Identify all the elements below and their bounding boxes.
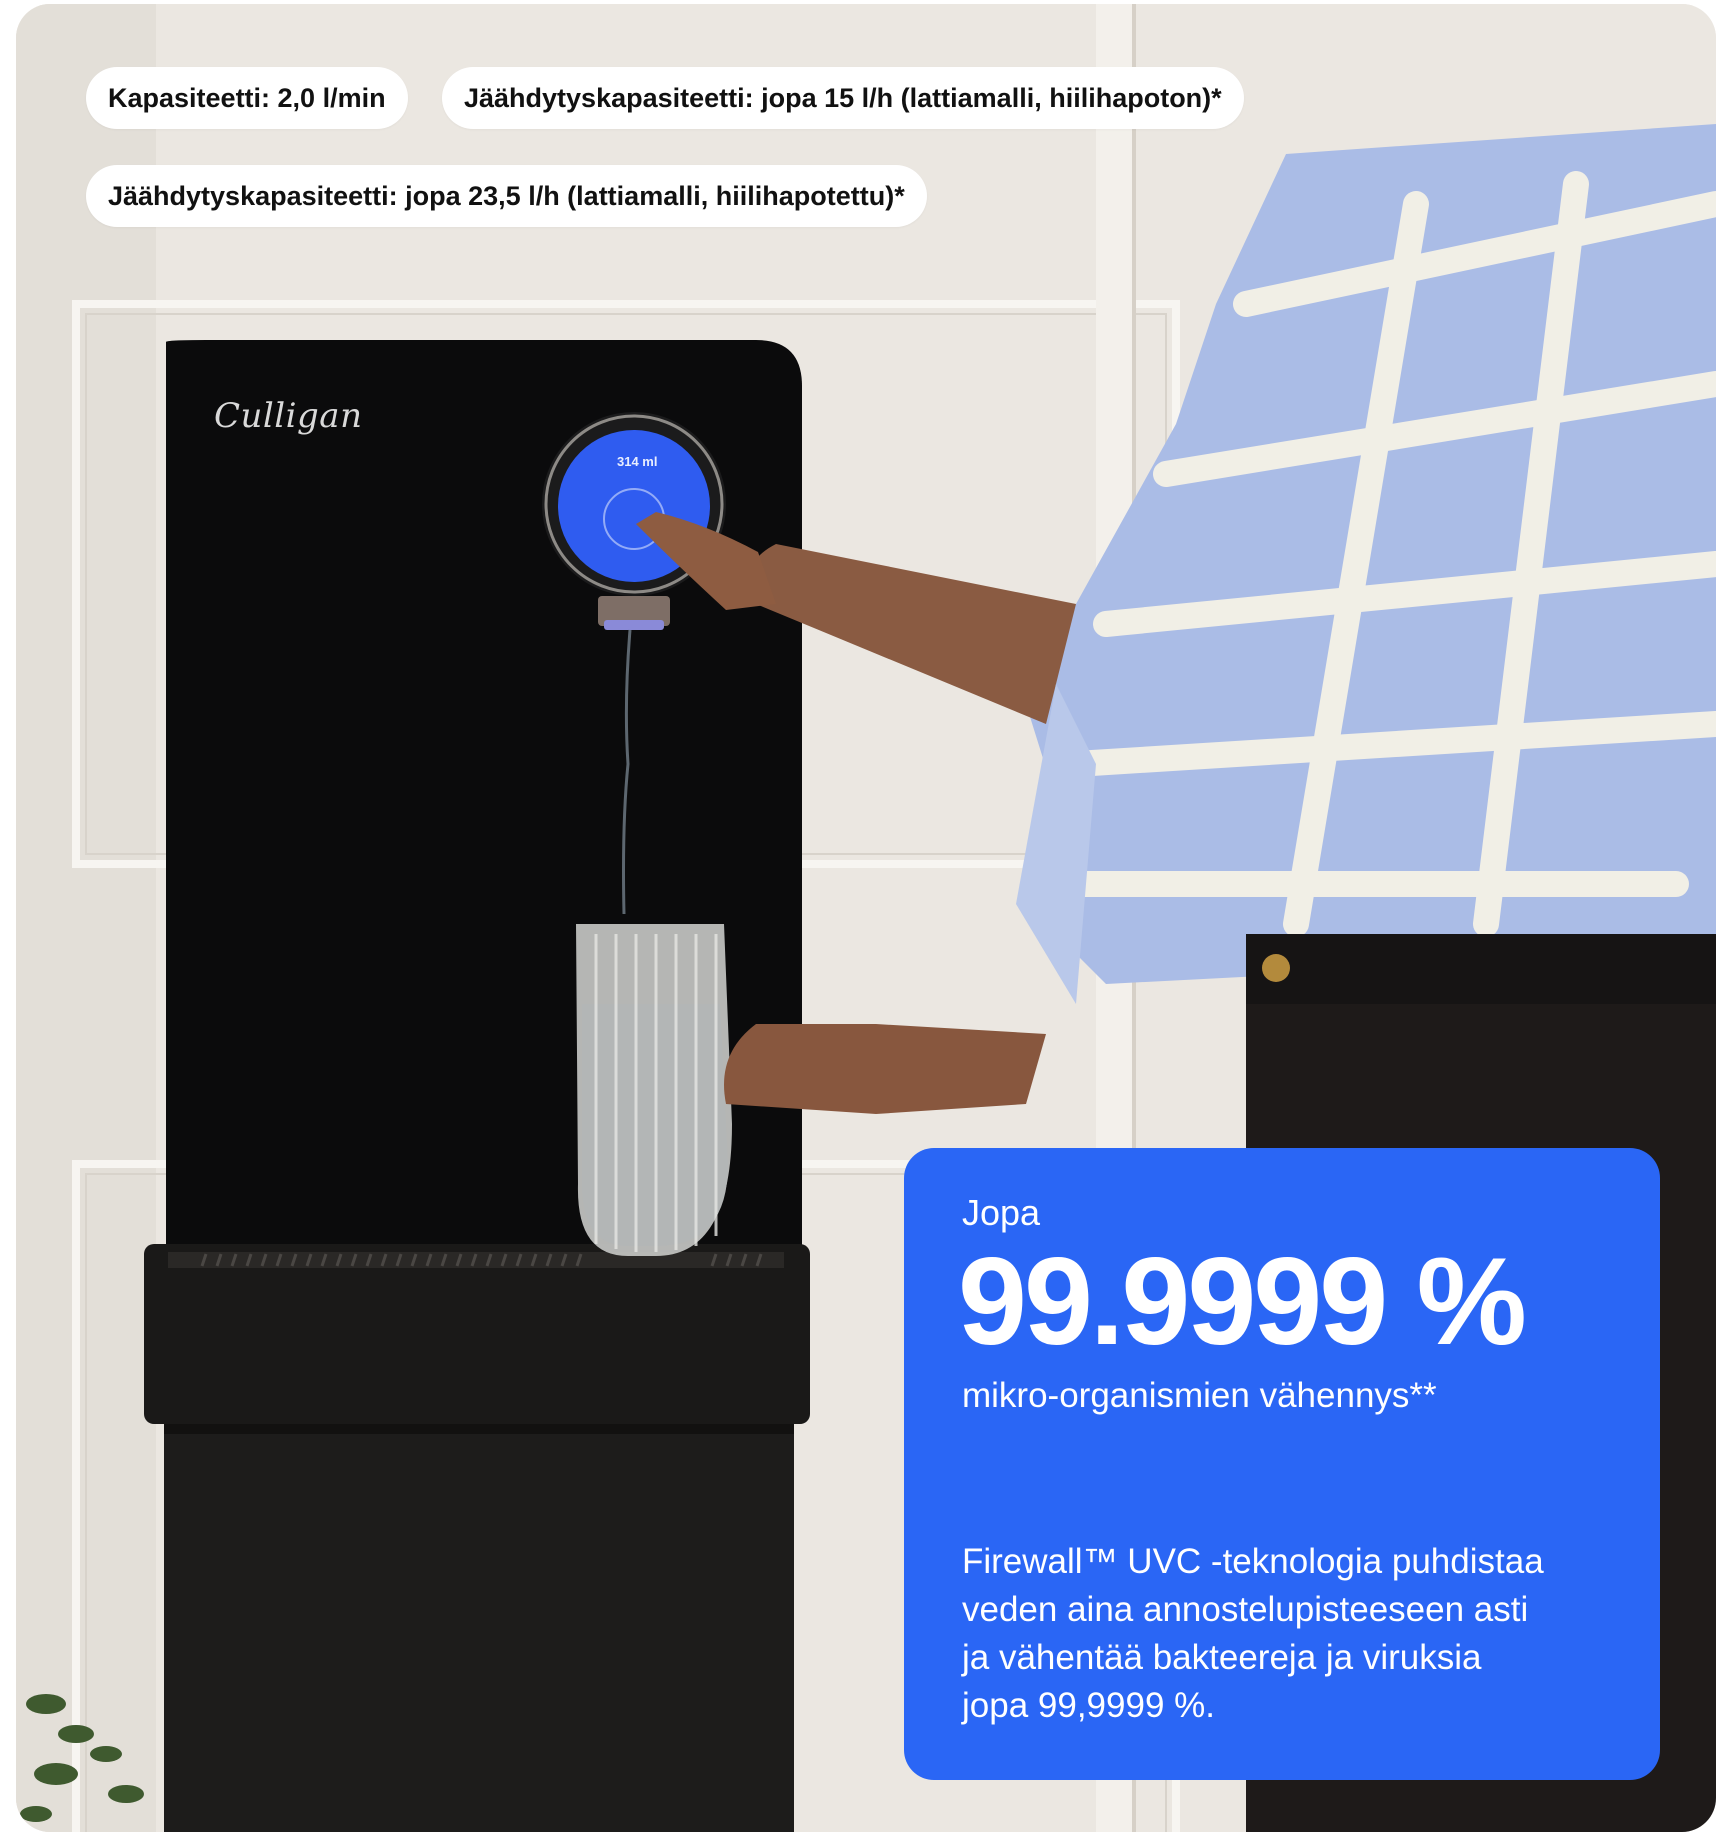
capacity-badge: Kapasiteetti: 2,0 l/min: [86, 67, 408, 129]
stat-description-line: ja vähentää bakteereja ja viruksia: [962, 1638, 1482, 1677]
cooling-sparkling-badge: Jäähdytyskapasiteetti: jopa 23,5 l/h (la…: [86, 165, 927, 227]
stat-description-line: Firewall™ UVC -teknologia puhdistaa: [962, 1542, 1544, 1581]
stat-label: mikro-organismien vähennys**: [962, 1376, 1437, 1415]
cooling-still-badge: Jäähdytyskapasiteetti: jopa 15 l/h (latt…: [442, 67, 1244, 129]
stat-kicker: Jopa: [962, 1192, 1041, 1233]
brand-logo: Culligan: [214, 396, 363, 436]
hero-image-frame: Culligan 314 ml Kapasiteetti: 2,0 l/min …: [16, 4, 1716, 1832]
stat-description: Firewall™ UVC -teknologia puhdistaa vede…: [962, 1538, 1622, 1730]
stat-description-line: veden aina annostelupisteeseen asti: [962, 1590, 1529, 1629]
screen-volume-readout: 314 ml: [617, 454, 658, 469]
stat-card: Jopa 99.9999 % mikro-organismien vähenny…: [904, 1148, 1660, 1780]
stat-value: 99.9999 %: [958, 1233, 1527, 1371]
stat-description-line: jopa 99,9999 %.: [962, 1686, 1215, 1725]
